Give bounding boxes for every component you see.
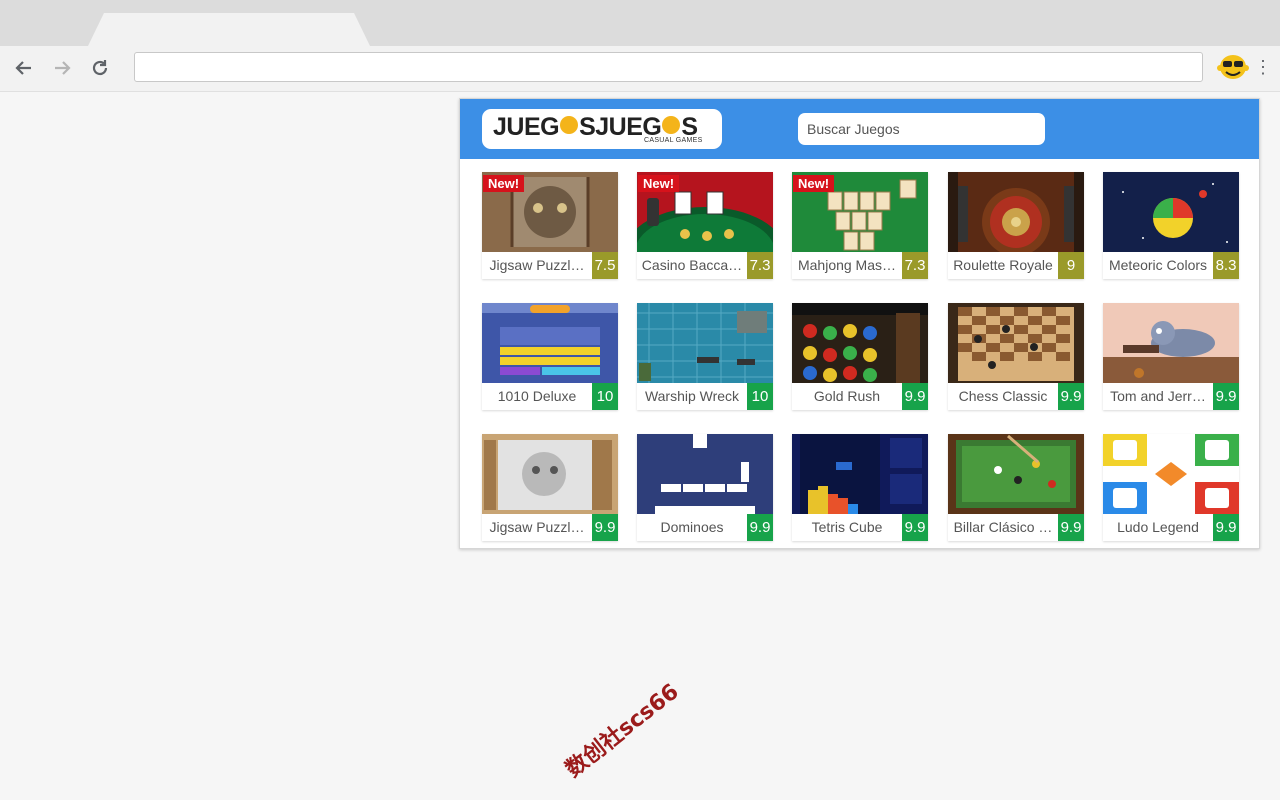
game-card[interactable]: Ludo Legend9.9	[1103, 434, 1239, 541]
search-input[interactable]	[798, 113, 1045, 145]
game-title[interactable]: Warship Wreck	[637, 383, 747, 410]
game-card[interactable]: Chess Classic9.9	[948, 303, 1084, 410]
rating-badge: 9.9	[747, 514, 773, 541]
game-title[interactable]: Billar Clásico …	[948, 514, 1058, 541]
game-thumbnail[interactable]	[637, 434, 773, 514]
popup-header: JUEGSJUEGS CASUAL GAMES	[460, 99, 1259, 159]
game-card[interactable]: Warship Wreck10	[637, 303, 773, 410]
game-thumbnail[interactable]	[482, 303, 618, 383]
game-thumbnail[interactable]	[1103, 434, 1239, 514]
address-bar[interactable]	[134, 52, 1203, 82]
game-card[interactable]: Billar Clásico …9.9	[948, 434, 1084, 541]
game-title[interactable]: Roulette Royale	[948, 252, 1058, 279]
tab-strip	[0, 0, 1280, 46]
juegosjuegos-logo[interactable]: JUEGSJUEGS CASUAL GAMES	[482, 109, 722, 149]
forward-arrow-icon[interactable]	[48, 54, 76, 82]
rating-badge: 10	[592, 383, 618, 410]
rating-badge: 9.9	[1058, 383, 1084, 410]
game-card[interactable]: Roulette Royale9	[948, 172, 1084, 279]
rating-badge: 7.3	[747, 252, 773, 279]
game-title[interactable]: 1010 Deluxe	[482, 383, 592, 410]
rating-badge: 9.9	[1058, 514, 1084, 541]
rating-badge: 8.3	[1213, 252, 1239, 279]
watermark-text: 数创社scs66	[558, 675, 685, 784]
new-badge: New!	[638, 175, 679, 192]
game-title[interactable]: Tom and Jerr…	[1103, 383, 1213, 410]
game-card[interactable]: Meteoric Colors8.3	[1103, 172, 1239, 279]
rating-badge: 10	[747, 383, 773, 410]
new-badge: New!	[483, 175, 524, 192]
new-badge: New!	[793, 175, 834, 192]
game-title[interactable]: Meteoric Colors	[1103, 252, 1213, 279]
game-thumbnail[interactable]	[1103, 172, 1239, 252]
juegos-mascot-icon[interactable]	[1216, 52, 1250, 82]
game-thumbnail[interactable]	[948, 172, 1084, 252]
game-title[interactable]: Dominoes	[637, 514, 747, 541]
back-arrow-icon[interactable]	[10, 54, 38, 82]
browser-toolbar: ⋮	[0, 46, 1280, 92]
game-card[interactable]: New! Casino Bacca…7.3	[637, 172, 773, 279]
game-thumbnail[interactable]	[792, 434, 928, 514]
vertical-dots-icon[interactable]: ⋮	[1254, 56, 1270, 80]
game-thumbnail[interactable]	[948, 303, 1084, 383]
game-thumbnail[interactable]	[1103, 303, 1239, 383]
rating-badge: 9.9	[1213, 514, 1239, 541]
game-card[interactable]: Tetris Cube9.9	[792, 434, 928, 541]
game-title[interactable]: Chess Classic	[948, 383, 1058, 410]
game-thumbnail[interactable]	[482, 434, 618, 514]
game-title[interactable]: Jigsaw Puzzl…	[482, 252, 592, 279]
reload-icon[interactable]	[86, 54, 114, 82]
browser-tab[interactable]	[88, 13, 370, 46]
game-title[interactable]: Ludo Legend	[1103, 514, 1213, 541]
game-title[interactable]: Jigsaw Puzzl…	[482, 514, 592, 541]
rating-badge: 9.9	[592, 514, 618, 541]
rating-badge: 9.9	[902, 514, 928, 541]
game-card[interactable]: Tom and Jerr…9.9	[1103, 303, 1239, 410]
extension-popup: JUEGSJUEGS CASUAL GAMES New! Jigsaw Puzzl…	[459, 98, 1260, 549]
rating-badge: 7.5	[592, 252, 618, 279]
rating-badge: 9	[1058, 252, 1084, 279]
game-title[interactable]: Tetris Cube	[792, 514, 902, 541]
game-thumbnail[interactable]	[792, 303, 928, 383]
game-card[interactable]: Gold Rush9.9	[792, 303, 928, 410]
game-card[interactable]: 1010 Deluxe10	[482, 303, 618, 410]
rating-badge: 7.3	[902, 252, 928, 279]
game-card[interactable]: Jigsaw Puzzl…9.9	[482, 434, 618, 541]
game-card[interactable]: Dominoes9.9	[637, 434, 773, 541]
game-card[interactable]: New! Jigsaw Puzzl…7.5	[482, 172, 618, 279]
game-thumbnail[interactable]	[637, 303, 773, 383]
game-title[interactable]: Mahjong Mas…	[792, 252, 902, 279]
rating-badge: 9.9	[1213, 383, 1239, 410]
rating-badge: 9.9	[902, 383, 928, 410]
logo-subtitle: CASUAL GAMES	[644, 137, 703, 144]
game-card[interactable]: New! Mahjong Mas…7.3	[792, 172, 928, 279]
game-title[interactable]: Gold Rush	[792, 383, 902, 410]
game-thumbnail[interactable]	[948, 434, 1084, 514]
game-title[interactable]: Casino Bacca…	[637, 252, 747, 279]
